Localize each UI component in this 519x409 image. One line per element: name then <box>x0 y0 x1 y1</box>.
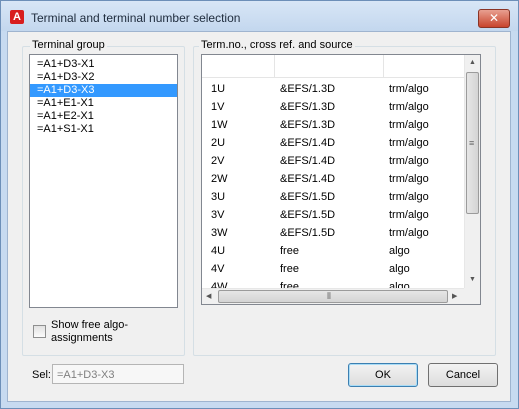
list-item[interactable]: =A1+D3-X2 <box>30 71 177 84</box>
show-free-label[interactable]: Show free algo-assignments <box>51 319 151 345</box>
table-row[interactable]: 3V &EFS/1.5D trm/algo <box>202 207 464 225</box>
list-item[interactable]: =A1+D3-X1 <box>30 58 177 71</box>
scroll-corner <box>464 288 480 304</box>
cell-source: trm/algo <box>389 173 429 185</box>
table-row[interactable]: 4V free algo <box>202 261 464 279</box>
cell-term: 3U <box>211 191 226 203</box>
selection-field: =A1+D3-X3 <box>52 364 184 384</box>
dialog-title: Terminal and terminal number selection <box>31 11 241 25</box>
cell-source: algo <box>389 263 410 275</box>
scroll-up-icon[interactable]: ▲ <box>469 59 476 67</box>
table-row[interactable]: 2U &EFS/1.4D trm/algo <box>202 135 464 153</box>
scroll-right-icon[interactable]: ▶ <box>452 293 457 301</box>
scroll-left-icon[interactable]: ◀ <box>206 293 211 301</box>
cell-ref: &EFS/1.3D <box>280 101 336 113</box>
list-item[interactable]: =A1+E1-X1 <box>30 97 177 110</box>
show-free-checkbox[interactable] <box>33 325 46 338</box>
cell-source: trm/algo <box>389 191 429 203</box>
cell-term: 4U <box>211 245 226 257</box>
table-row[interactable]: 3U &EFS/1.5D trm/algo <box>202 189 464 207</box>
table-row[interactable]: 1U &EFS/1.3D trm/algo <box>202 81 464 99</box>
table-row[interactable]: 1V &EFS/1.3D trm/algo <box>202 99 464 117</box>
close-icon: ✕ <box>488 11 500 25</box>
cell-ref: &EFS/1.4D <box>280 173 336 185</box>
vertical-scroll-thumb[interactable]: ≡ <box>466 72 479 214</box>
cell-term: 1U <box>211 83 226 95</box>
cell-ref: &EFS/1.3D <box>280 83 336 95</box>
cell-source: trm/algo <box>389 137 429 149</box>
list-item[interactable]: =A1+E2-X1 <box>30 110 177 123</box>
cell-source: trm/algo <box>389 119 429 131</box>
list-item[interactable]: =A1+S1-X1 <box>30 123 177 136</box>
cell-term: 2V <box>211 155 225 167</box>
grip-icon: ≡ <box>469 138 475 148</box>
app-logo-icon: A <box>10 10 24 24</box>
grip-icon: ⦀ <box>327 291 331 301</box>
table-row[interactable]: 4U free algo <box>202 243 464 261</box>
list-item[interactable]: =A1+D3-X3 <box>30 84 177 97</box>
table-row[interactable]: 3W &EFS/1.5D trm/algo <box>202 225 464 243</box>
cell-term: 3W <box>211 227 228 239</box>
cell-term: 2U <box>211 137 226 149</box>
horizontal-scroll-thumb[interactable]: ⦀ <box>218 290 448 303</box>
cell-term: 2W <box>211 173 228 185</box>
cell-ref: &EFS/1.5D <box>280 209 336 221</box>
scroll-down-icon[interactable]: ▼ <box>469 276 476 284</box>
cell-ref: &EFS/1.4D <box>280 137 336 149</box>
horizontal-scrollbar[interactable]: ◀ ⦀ ▶ <box>202 288 464 304</box>
table-row[interactable]: 2V &EFS/1.4D trm/algo <box>202 153 464 171</box>
cell-ref: &EFS/1.3D <box>280 119 336 131</box>
cell-term: 1W <box>211 119 228 131</box>
close-button[interactable]: ✕ <box>478 9 510 28</box>
terminal-group-label: Terminal group <box>30 39 107 52</box>
vertical-scrollbar[interactable]: ▲ ≡ ▼ <box>464 55 480 288</box>
cell-ref: &EFS/1.5D <box>280 191 336 203</box>
ok-button[interactable]: OK <box>348 363 418 387</box>
cell-source: trm/algo <box>389 209 429 221</box>
table-header[interactable] <box>202 55 480 78</box>
cell-term: 4V <box>211 263 225 275</box>
title-bar[interactable]: A Terminal and terminal number selection… <box>1 1 518 31</box>
selection-label: Sel: <box>32 369 51 381</box>
terminal-group-list[interactable]: =A1+D3-X1 =A1+D3-X2 =A1+D3-X3 =A1+E1-X1 =A1+… <box>29 54 178 308</box>
cell-term: 3V <box>211 209 225 221</box>
cell-source: algo <box>389 245 410 257</box>
cell-ref: &EFS/1.4D <box>280 155 336 167</box>
cell-source: trm/algo <box>389 101 429 113</box>
cell-source: trm/algo <box>389 227 429 239</box>
table-row[interactable]: 1W &EFS/1.3D trm/algo <box>202 117 464 135</box>
table-row[interactable]: 2W &EFS/1.4D trm/algo <box>202 171 464 189</box>
cell-source: trm/algo <box>389 83 429 95</box>
cancel-button[interactable]: Cancel <box>428 363 498 387</box>
term-number-group-label: Term.no., cross ref. and source <box>199 39 355 52</box>
cell-source: trm/algo <box>389 155 429 167</box>
term-number-table[interactable]: 1U &EFS/1.3D trm/algo 1V &EFS/1.3D trm/algo 1W… <box>201 54 481 305</box>
cell-term: 1V <box>211 101 225 113</box>
cell-ref: &EFS/1.5D <box>280 227 336 239</box>
cell-ref: free <box>280 245 299 257</box>
cell-ref: free <box>280 263 299 275</box>
